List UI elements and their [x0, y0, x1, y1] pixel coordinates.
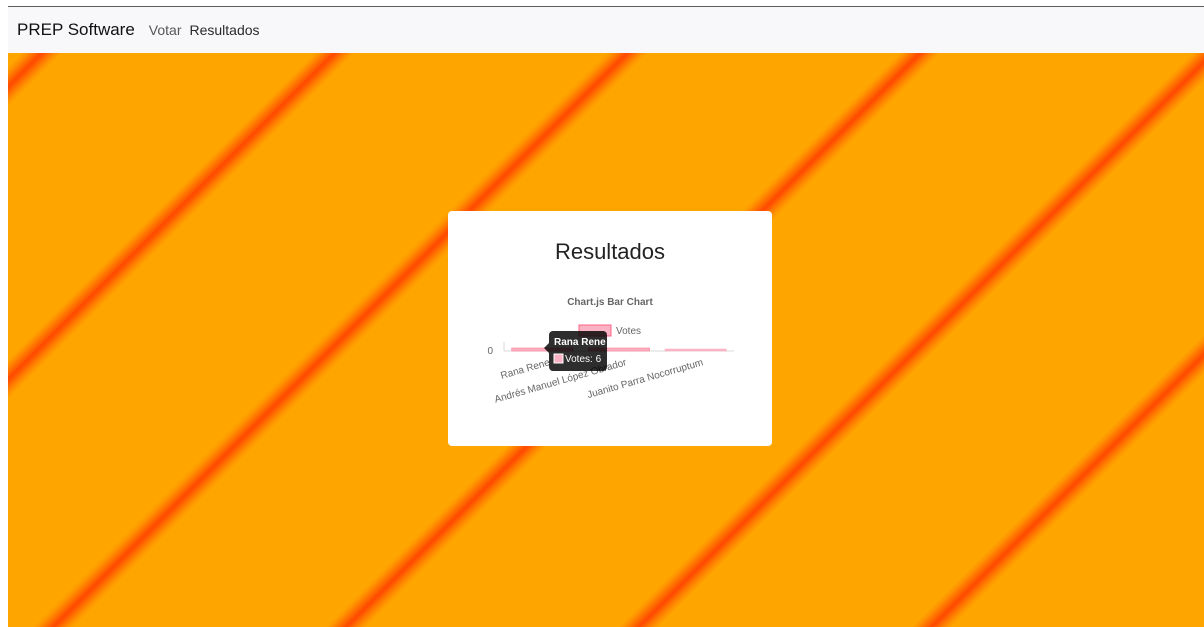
- page: PREP Software Votar Resultados Resultado…: [8, 6, 1204, 627]
- legend-label[interactable]: Votes: [616, 326, 641, 337]
- nav-link-resultados[interactable]: Resultados: [190, 22, 260, 38]
- chart-title: Chart.js Bar Chart: [567, 297, 653, 308]
- nav-link-votar[interactable]: Votar: [149, 22, 182, 38]
- chart-container: Chart.js Bar Chart Votes 0 Rana Rene Andr…: [448, 281, 772, 431]
- bar[interactable]: [664, 348, 727, 352]
- bars-group: [511, 347, 727, 352]
- navbar: PREP Software Votar Resultados: [8, 7, 1204, 53]
- page-title: Resultados: [554, 239, 666, 264]
- brand-link[interactable]: PREP Software: [17, 20, 135, 40]
- tooltip: Rana Rene Votes: 6: [544, 331, 607, 371]
- results-card: Resultados Chart.js Bar Chart Votes 0 Ra…: [448, 211, 772, 446]
- y-tick-label: 0: [487, 346, 493, 357]
- tooltip-body: Votes: 6: [565, 354, 602, 365]
- tooltip-title: Rana Rene: [554, 337, 606, 348]
- bar-chart[interactable]: Chart.js Bar Chart Votes 0 Rana ReneAndr…: [448, 281, 772, 431]
- tooltip-swatch: [553, 353, 564, 364]
- x-tick-label: Rana Rene: [499, 357, 551, 382]
